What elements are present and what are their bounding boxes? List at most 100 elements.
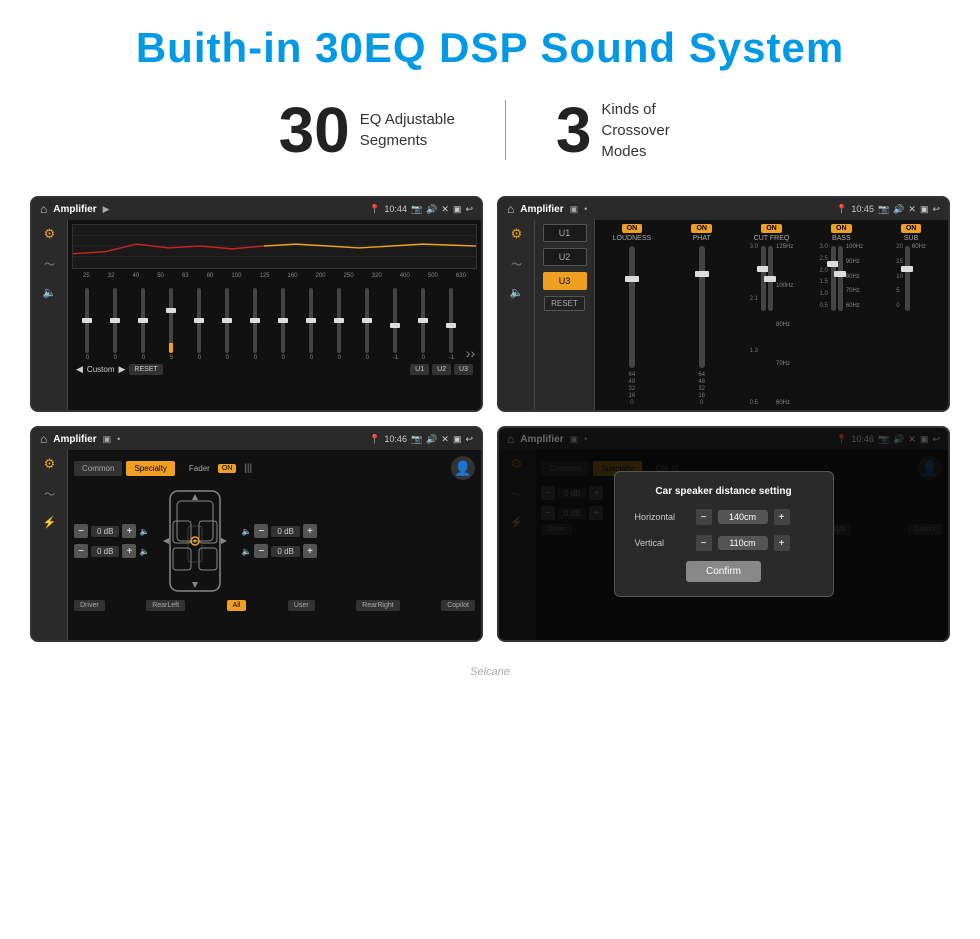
db-plus-fr[interactable]: + [303,524,317,538]
eq-track-7[interactable] [253,288,257,353]
sub-toggle[interactable]: ON [901,224,922,233]
eq-handle-9[interactable] [306,318,316,323]
eq-sidebar-wave-icon[interactable]: 〜 [44,256,55,272]
copilot-btn[interactable]: Copilot [441,600,475,611]
bass-handle-g[interactable] [834,271,846,277]
crossover-u3-btn[interactable]: U3 [543,272,587,290]
sub-slider[interactable] [905,246,910,311]
eq-track-1[interactable] [85,288,89,353]
eq-track-11[interactable] [365,288,369,353]
loudness-slider[interactable] [629,246,635,368]
balance-sidebar-eq-icon[interactable]: ⚙ [44,456,56,472]
eq-track-3[interactable] [141,288,145,353]
db-minus-rr[interactable]: − [254,544,268,558]
fader-toggle[interactable]: ON [218,464,237,473]
eq-handle-12[interactable] [390,323,400,328]
eq-handle-13[interactable] [418,318,428,323]
eq-u3-btn[interactable]: U3 [454,364,473,375]
bass-slider-f[interactable] [831,246,836,311]
loudness-handle[interactable] [625,276,639,282]
eq-track-6[interactable] [225,288,229,353]
eq-reset-btn[interactable]: RESET [129,364,162,375]
balance-sidebar-wave-icon[interactable]: 〜 [44,486,55,502]
vertical-minus-btn[interactable]: − [696,535,712,551]
eq-track-2[interactable] [113,288,117,353]
eq-track-13[interactable] [421,288,425,353]
bass-handle-f[interactable] [827,261,839,267]
freq-160: 160 [288,273,298,279]
eq-bottom-bar: ◀ Custom ▶ RESET U1 U2 U3 [72,361,477,375]
eq-track-8[interactable] [281,288,285,353]
loudness-toggle[interactable]: ON [622,224,643,233]
db-plus-rr[interactable]: + [303,544,317,558]
vertical-plus-btn[interactable]: + [774,535,790,551]
cutfreq-handle-g[interactable] [764,276,776,282]
balance-sidebar-bt-icon[interactable]: ⚡ [43,516,57,529]
eq-handle-1[interactable] [82,318,92,323]
eq-sidebar-eq-icon[interactable]: ⚙ [44,226,56,242]
rear-right-btn[interactable]: RearRight [356,600,400,611]
eq-handle-5[interactable] [194,318,204,323]
eq-handle-14[interactable] [446,323,456,328]
eq-handle-6[interactable] [222,318,232,323]
bass-slider-g[interactable] [838,246,843,311]
eq-track-5[interactable] [197,288,201,353]
cutfreq-slider-g[interactable] [768,246,773,311]
horizontal-plus-btn[interactable]: + [774,509,790,525]
eq-handle-8[interactable] [278,318,288,323]
eq-handle-10[interactable] [334,318,344,323]
eq-val-6: 0 [226,355,229,361]
bass-toggle[interactable]: ON [831,224,852,233]
freq-50: 50 [157,273,164,279]
db-minus-rl[interactable]: − [74,544,88,558]
eq-track-9[interactable] [309,288,313,353]
person-icon[interactable]: 👤 [451,456,475,480]
common-tab[interactable]: Common [74,461,122,476]
specialty-tab[interactable]: Specialty [126,461,174,476]
eq-track-14[interactable] [449,288,453,353]
crossover-sidebar-wave-icon[interactable]: 〜 [511,256,522,272]
crossover-save-icon: ▣ [570,204,579,215]
eq-app-title: Amplifier [53,204,96,215]
eq-handle-7[interactable] [250,318,260,323]
eq-handle-11[interactable] [362,318,372,323]
cutfreq-toggle[interactable]: ON [761,224,782,233]
crossover-x-icon: ✕ [908,204,916,215]
eq-track-10[interactable] [337,288,341,353]
crossover-status-left: ⌂ Amplifier ▣ • [507,202,587,216]
crossover-sidebar-vol-icon[interactable]: 🔈 [510,286,524,299]
sub-handle[interactable] [901,266,913,272]
rear-left-btn[interactable]: RearLeft [146,600,185,611]
watermark-text: Seicane [470,666,510,678]
db-control-fr: 🔈 − 0 dB + [241,524,316,538]
all-btn[interactable]: All [227,600,247,611]
eq-track-4[interactable] [169,288,173,353]
crossover-u2-btn[interactable]: U2 [543,248,587,266]
eq-u1-btn[interactable]: U1 [410,364,429,375]
eq-prev-icon[interactable]: ◀ [76,364,83,375]
horizontal-minus-btn[interactable]: − [696,509,712,525]
db-plus-rl[interactable]: + [122,544,136,558]
eq-u2-btn[interactable]: U2 [432,364,451,375]
db-plus-fl[interactable]: + [122,524,136,538]
bass-label: BASS [832,235,851,242]
db-minus-fl[interactable]: − [74,524,88,538]
phat-handle[interactable] [695,271,709,277]
crossover-u1-btn[interactable]: U1 [543,224,587,242]
eq-next-icon[interactable]: ▶ [118,364,125,375]
eq-track-12[interactable] [393,288,397,353]
eq-arrow-right[interactable]: ›› [466,345,475,361]
db-minus-fr[interactable]: − [254,524,268,538]
freq-250: 250 [344,273,354,279]
crossover-sidebar-eq-icon[interactable]: ⚙ [511,226,523,242]
phat-slider[interactable] [699,246,705,368]
eq-handle-4[interactable] [166,308,176,313]
eq-handle-2[interactable] [110,318,120,323]
phat-toggle[interactable]: ON [691,224,712,233]
confirm-button[interactable]: Confirm [686,561,761,582]
eq-sidebar-vol-icon[interactable]: 🔈 [43,286,57,299]
crossover-reset-btn[interactable]: RESET [544,296,585,311]
driver-btn[interactable]: Driver [74,600,105,611]
eq-handle-3[interactable] [138,318,148,323]
user-btn[interactable]: User [288,600,315,611]
